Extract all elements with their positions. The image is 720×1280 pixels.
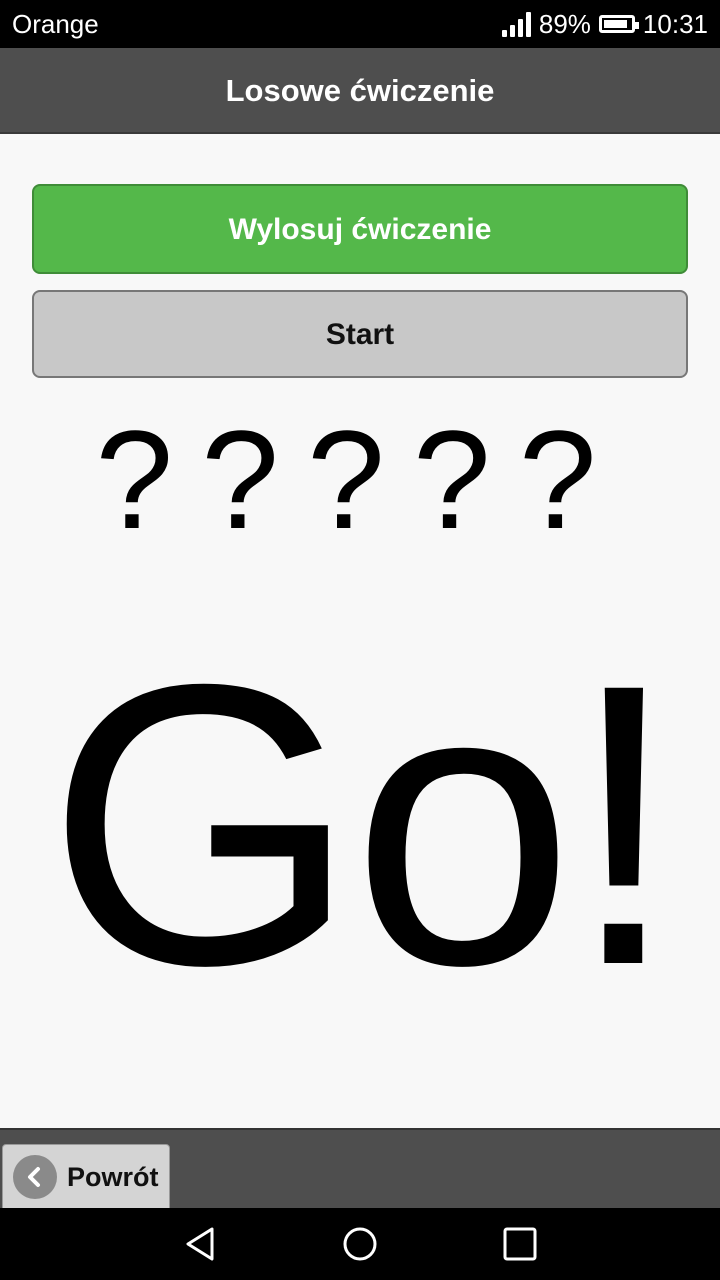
start-button[interactable]: Start <box>32 290 688 378</box>
bottom-bar: Powrót <box>0 1128 720 1210</box>
battery-fill <box>603 20 628 28</box>
status-bar: Orange 89% 10:31 <box>0 0 720 48</box>
carrier-name: Orange <box>12 9 99 39</box>
clock: 10:31 <box>642 9 708 39</box>
system-nav-bar <box>0 1208 720 1280</box>
recents-square-icon[interactable] <box>502 1226 538 1262</box>
chevron-left-icon <box>13 1155 57 1199</box>
exercise-placeholder: ????? <box>95 401 625 558</box>
countdown-text: Go! <box>46 601 680 1048</box>
status-icons: 89% 10:31 <box>501 0 708 48</box>
page-title: Losowe ćwiczenie <box>0 48 720 134</box>
draw-exercise-button[interactable]: Wylosuj ćwiczenie <box>32 184 688 274</box>
back-triangle-icon[interactable] <box>182 1226 218 1262</box>
signal-icon <box>501 11 531 37</box>
battery-percent: 89% <box>538 9 591 39</box>
back-button[interactable]: Powrót <box>2 1144 170 1210</box>
home-circle-icon[interactable] <box>342 1226 378 1262</box>
back-button-label: Powrót <box>67 1161 159 1192</box>
battery-icon <box>598 15 639 33</box>
